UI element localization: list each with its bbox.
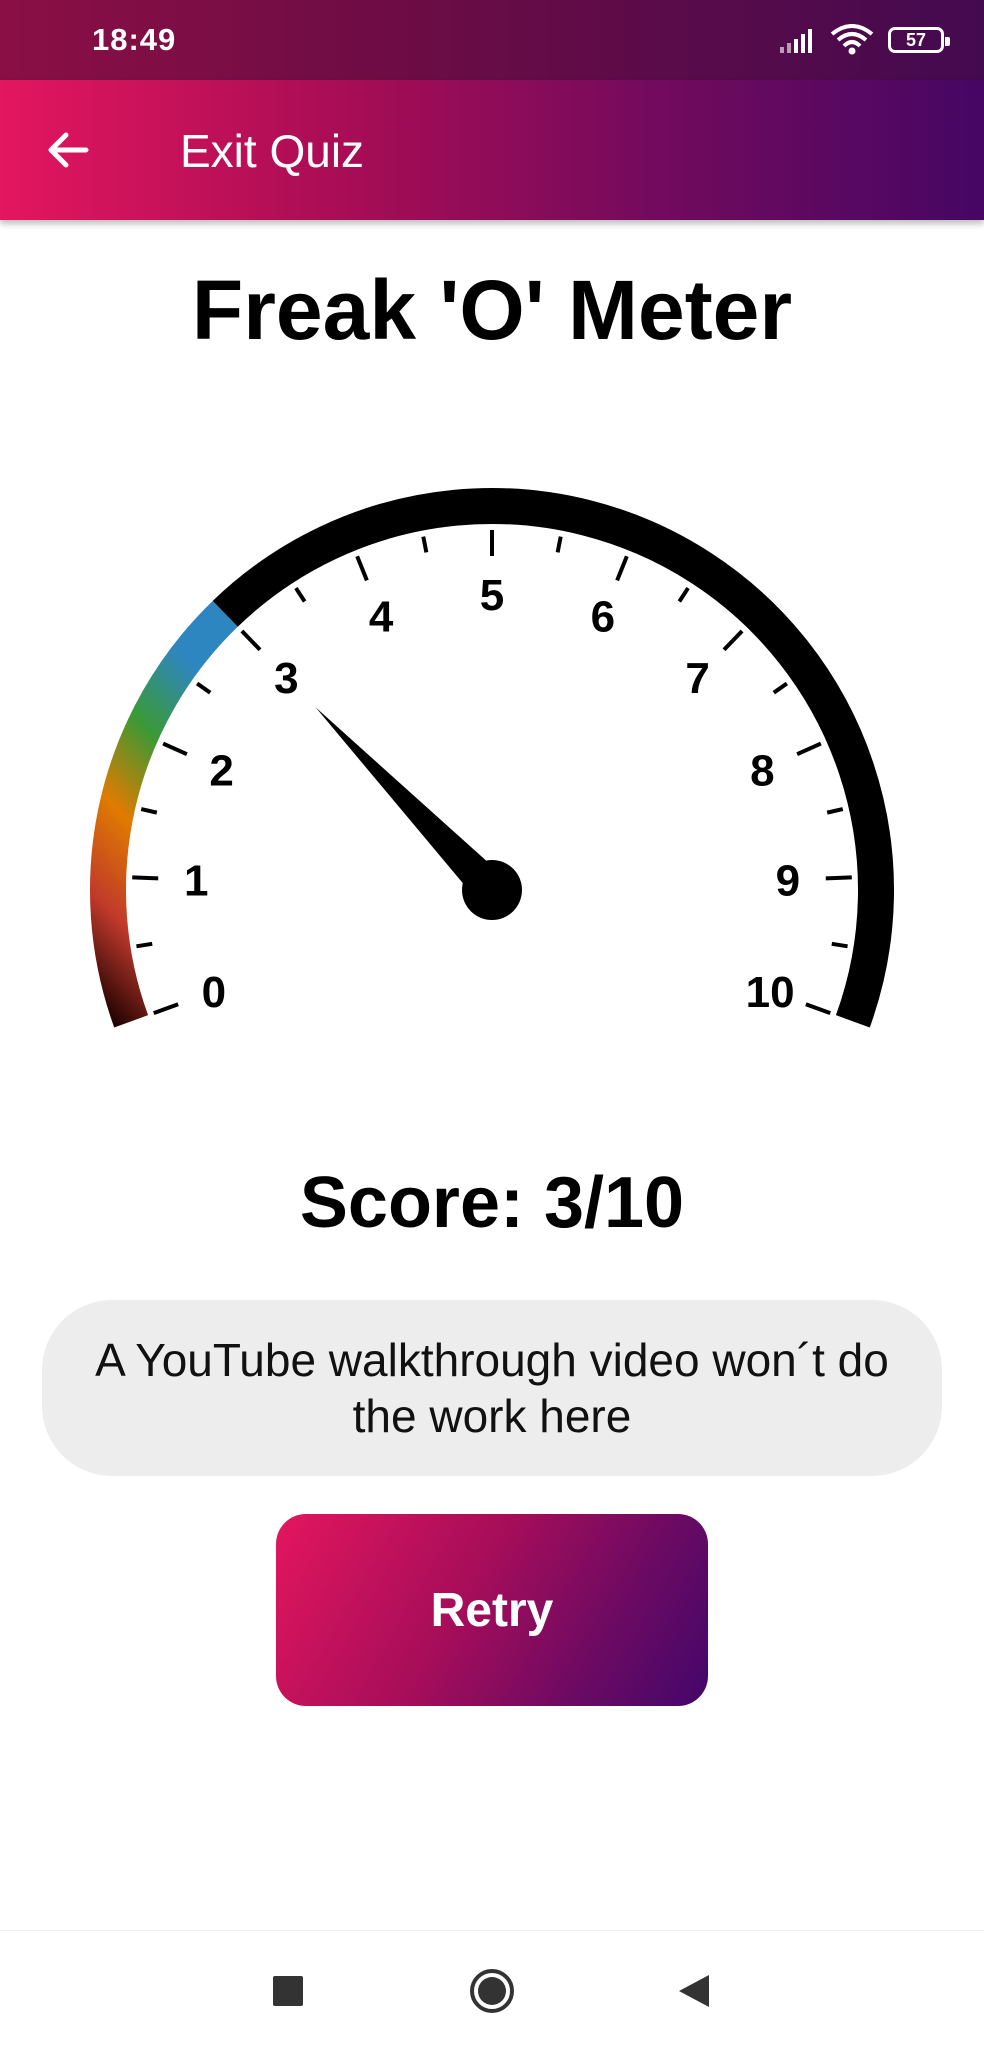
home-button[interactable] (462, 1961, 522, 2021)
gauge-needle (315, 707, 522, 920)
arrow-left-icon (48, 132, 89, 168)
gauge-tick-label: 1 (184, 857, 208, 906)
nav-back-button[interactable] (664, 1961, 724, 2021)
gauge-tick-label: 3 (274, 654, 298, 703)
gauge-needle-hub (462, 860, 522, 920)
app-bar-title: Exit Quiz (180, 125, 365, 177)
app-bar: Exit Quiz (0, 80, 984, 220)
gauge-tick-minor (826, 807, 844, 815)
gauge-arc-remaining (212, 488, 894, 1028)
gauge-tick-major (132, 875, 159, 881)
gauge-tick-label: 8 (750, 747, 774, 796)
gauge-tick-major (722, 629, 744, 652)
gauge-arc-filled (90, 600, 238, 1028)
back-button[interactable] (36, 118, 100, 182)
gauge-tick-major (162, 741, 188, 756)
gauge-tick-major (825, 875, 852, 881)
gauge-tick-major (355, 555, 369, 582)
message-text: A YouTube walkthrough video won´t do the… (95, 1334, 889, 1442)
retry-button[interactable]: Retry (276, 1514, 708, 1706)
gauge-tick-minor (772, 681, 789, 695)
gauge-tick-major (240, 629, 262, 652)
score-text: Score: 3/10 (299, 1163, 685, 1243)
gauge-tick-minor (136, 941, 153, 949)
gauge-tick-minor (294, 586, 307, 603)
gauge-tick-major (615, 555, 629, 582)
square-icon (273, 1976, 303, 2006)
gauge-tick-minor (421, 536, 429, 553)
gauge-tick-minor (831, 941, 848, 949)
battery-icon: 57 (888, 27, 950, 53)
gauge-tick-minor (555, 536, 563, 553)
gauge-tick-major (153, 1002, 179, 1016)
freak-o-meter-gauge: 01234 5 678910 (90, 488, 894, 1028)
system-nav-bar (0, 1930, 984, 2049)
gauge-tick-label: 10 (746, 968, 795, 1017)
status-bar: 18:49 57 (0, 0, 984, 80)
gauge-tick-major (796, 741, 822, 756)
message-box: A YouTube walkthrough video won´t do the… (42, 1300, 942, 1476)
gauge-tick-minor (677, 586, 690, 603)
status-time: 18:49 (92, 22, 177, 57)
gauge-labels: 01234 5 678910 (184, 571, 800, 1017)
gauge-tick-label: 4 (369, 593, 394, 642)
gauge-tick-label: 9 (776, 857, 800, 906)
gauge-tick-minor (195, 681, 212, 695)
triangle-back-icon (679, 1975, 709, 2007)
wifi-icon (830, 24, 874, 55)
gauge-tick-label: 2 (209, 747, 233, 796)
page-title: Freak 'O' Meter (191, 263, 793, 357)
gauge-tick-major (805, 1002, 831, 1016)
gauge-tick-minor (140, 807, 158, 815)
signal-icon (780, 29, 812, 53)
gauge-tick-label: 6 (591, 593, 615, 642)
recent-apps-button[interactable] (258, 1961, 318, 2021)
gauge-tick-label: 0 (202, 968, 226, 1017)
gauge-tick-label: 7 (685, 654, 709, 703)
circle-home-icon (470, 1969, 514, 2013)
battery-level: 57 (905, 29, 927, 50)
status-icons: 57 (780, 22, 950, 58)
gauge-tick-label: 5 (480, 571, 504, 620)
